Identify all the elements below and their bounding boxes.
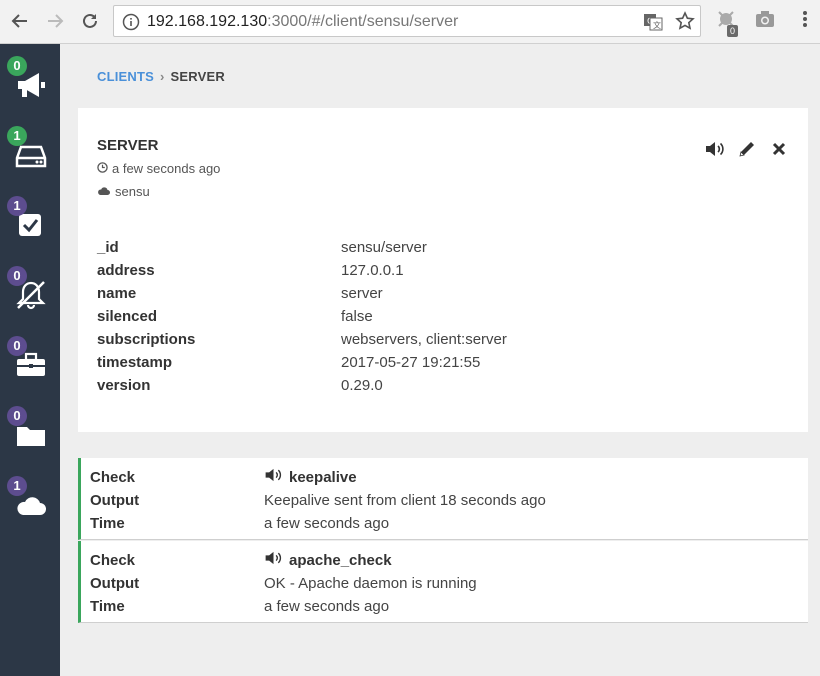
client-card: SERVER a few seconds ago sensu _id sensu… bbox=[78, 108, 808, 432]
edit-pencil-icon[interactable] bbox=[736, 139, 758, 159]
client-title: SERVER bbox=[97, 137, 159, 154]
reload-icon[interactable] bbox=[77, 8, 103, 34]
breadcrumb-separator: › bbox=[160, 69, 165, 84]
delete-close-icon[interactable] bbox=[768, 139, 790, 159]
info-icon[interactable] bbox=[122, 13, 140, 36]
check-result-item[interactable]: Check keepalive Output Keepalive sent from… bbox=[78, 458, 808, 540]
sidebar-badge: 1 bbox=[7, 196, 27, 216]
client-actions bbox=[704, 139, 790, 159]
output-label: Output bbox=[90, 492, 140, 509]
translate-icon[interactable]: G文 bbox=[643, 12, 663, 37]
field-value: 127.0.0.1 bbox=[341, 262, 404, 279]
field-value: webservers, client:server bbox=[341, 331, 507, 348]
clock-icon bbox=[97, 161, 108, 176]
field-value: server bbox=[341, 285, 383, 302]
check-time: a few seconds ago bbox=[264, 598, 390, 615]
check-time: a few seconds ago bbox=[264, 515, 390, 532]
url-path: :3000/#/client/sensu/server bbox=[267, 13, 459, 30]
field-key: timestamp bbox=[97, 354, 173, 371]
check-list: Check keepalive Output Keepalive sent from… bbox=[78, 458, 808, 624]
last-seen-text: a few seconds ago bbox=[112, 161, 221, 176]
time-label: Time bbox=[90, 598, 125, 615]
datacenter-text: sensu bbox=[115, 184, 150, 199]
field-key: address bbox=[97, 262, 155, 279]
client-last-seen: a few seconds ago bbox=[97, 161, 220, 176]
sidebar-badge: 1 bbox=[7, 126, 27, 146]
check-name-text: keepalive bbox=[289, 469, 357, 486]
camera-icon[interactable] bbox=[754, 8, 776, 35]
sidebar-badge: 0 bbox=[7, 336, 27, 356]
silence-speaker-icon[interactable] bbox=[704, 139, 726, 159]
speaker-icon[interactable] bbox=[264, 466, 283, 489]
breadcrumb-clients-link[interactable]: CLIENTS bbox=[97, 69, 154, 84]
forward-arrow-icon[interactable] bbox=[42, 8, 68, 34]
sidebar-badge: 0 bbox=[7, 406, 27, 426]
sidebar-item-checks[interactable]: 1 bbox=[0, 194, 60, 254]
field-key: name bbox=[97, 285, 137, 302]
field-row: version 0.29.0 bbox=[97, 374, 507, 397]
check-output: Keepalive sent from client 18 seconds ag… bbox=[264, 492, 546, 509]
breadcrumb: CLIENTS › SERVER bbox=[97, 69, 225, 84]
extension-badge: 0 bbox=[727, 25, 739, 37]
sidebar: 0 1 1 0 0 0 1 bbox=[0, 44, 60, 676]
address-bar[interactable]: 192.168.192.130:3000/#/client/sensu/serv… bbox=[113, 5, 701, 37]
check-name[interactable]: apache_check bbox=[264, 549, 392, 572]
field-key: silenced bbox=[97, 308, 158, 325]
field-value: sensu/server bbox=[341, 239, 427, 256]
client-datacenter: sensu bbox=[97, 184, 150, 199]
sidebar-item-clients[interactable]: 1 bbox=[0, 124, 60, 184]
check-label: Check bbox=[90, 552, 136, 569]
check-name-text: apache_check bbox=[289, 552, 392, 569]
sidebar-item-aggregates[interactable]: 0 bbox=[0, 404, 60, 464]
sidebar-item-events[interactable]: 0 bbox=[0, 54, 60, 114]
field-key: _id bbox=[97, 239, 119, 256]
url-host: 192.168.192.130 bbox=[147, 13, 268, 30]
field-key: subscriptions bbox=[97, 331, 196, 348]
field-row: silenced false bbox=[97, 305, 507, 328]
sidebar-item-datacenters[interactable]: 1 bbox=[0, 474, 60, 534]
field-row: name server bbox=[97, 282, 507, 305]
cloud-icon bbox=[97, 184, 111, 199]
check-name[interactable]: keepalive bbox=[264, 466, 357, 489]
field-row: subscriptions webservers, client:server bbox=[97, 328, 507, 351]
time-label: Time bbox=[90, 515, 125, 532]
url-text: 192.168.192.130:3000/#/client/sensu/serv… bbox=[147, 13, 458, 31]
breadcrumb-current: SERVER bbox=[170, 69, 225, 84]
field-row: timestamp 2017-05-27 19:21:55 bbox=[97, 351, 507, 374]
field-row: address 127.0.0.1 bbox=[97, 259, 507, 282]
sidebar-badge: 0 bbox=[7, 266, 27, 286]
client-fields: _id sensu/server address 127.0.0.1 name ser… bbox=[97, 236, 507, 397]
svg-text:文: 文 bbox=[653, 20, 661, 30]
speaker-icon[interactable] bbox=[264, 549, 283, 572]
field-value: false bbox=[341, 308, 373, 325]
check-output: OK - Apache daemon is running bbox=[264, 575, 477, 592]
output-label: Output bbox=[90, 575, 140, 592]
check-result-item[interactable]: Check apache_check Output OK - Apache daem… bbox=[78, 541, 808, 623]
back-arrow-icon[interactable] bbox=[7, 8, 33, 34]
sidebar-item-silenced[interactable]: 0 bbox=[0, 264, 60, 324]
field-value: 2017-05-27 19:21:55 bbox=[341, 354, 481, 371]
field-key: version bbox=[97, 377, 151, 394]
browser-toolbar: 192.168.192.130:3000/#/client/sensu/serv… bbox=[0, 0, 820, 44]
sidebar-badge: 0 bbox=[7, 56, 27, 76]
main-content: CLIENTS › SERVER SERVER a few seconds ago … bbox=[60, 44, 820, 676]
field-row: _id sensu/server bbox=[97, 236, 507, 259]
field-value: 0.29.0 bbox=[341, 377, 383, 394]
bookmark-star-icon[interactable] bbox=[675, 11, 695, 36]
menu-dots-icon[interactable] bbox=[800, 8, 810, 35]
sidebar-item-stashes[interactable]: 0 bbox=[0, 334, 60, 394]
sidebar-badge: 1 bbox=[7, 476, 27, 496]
check-label: Check bbox=[90, 469, 136, 486]
